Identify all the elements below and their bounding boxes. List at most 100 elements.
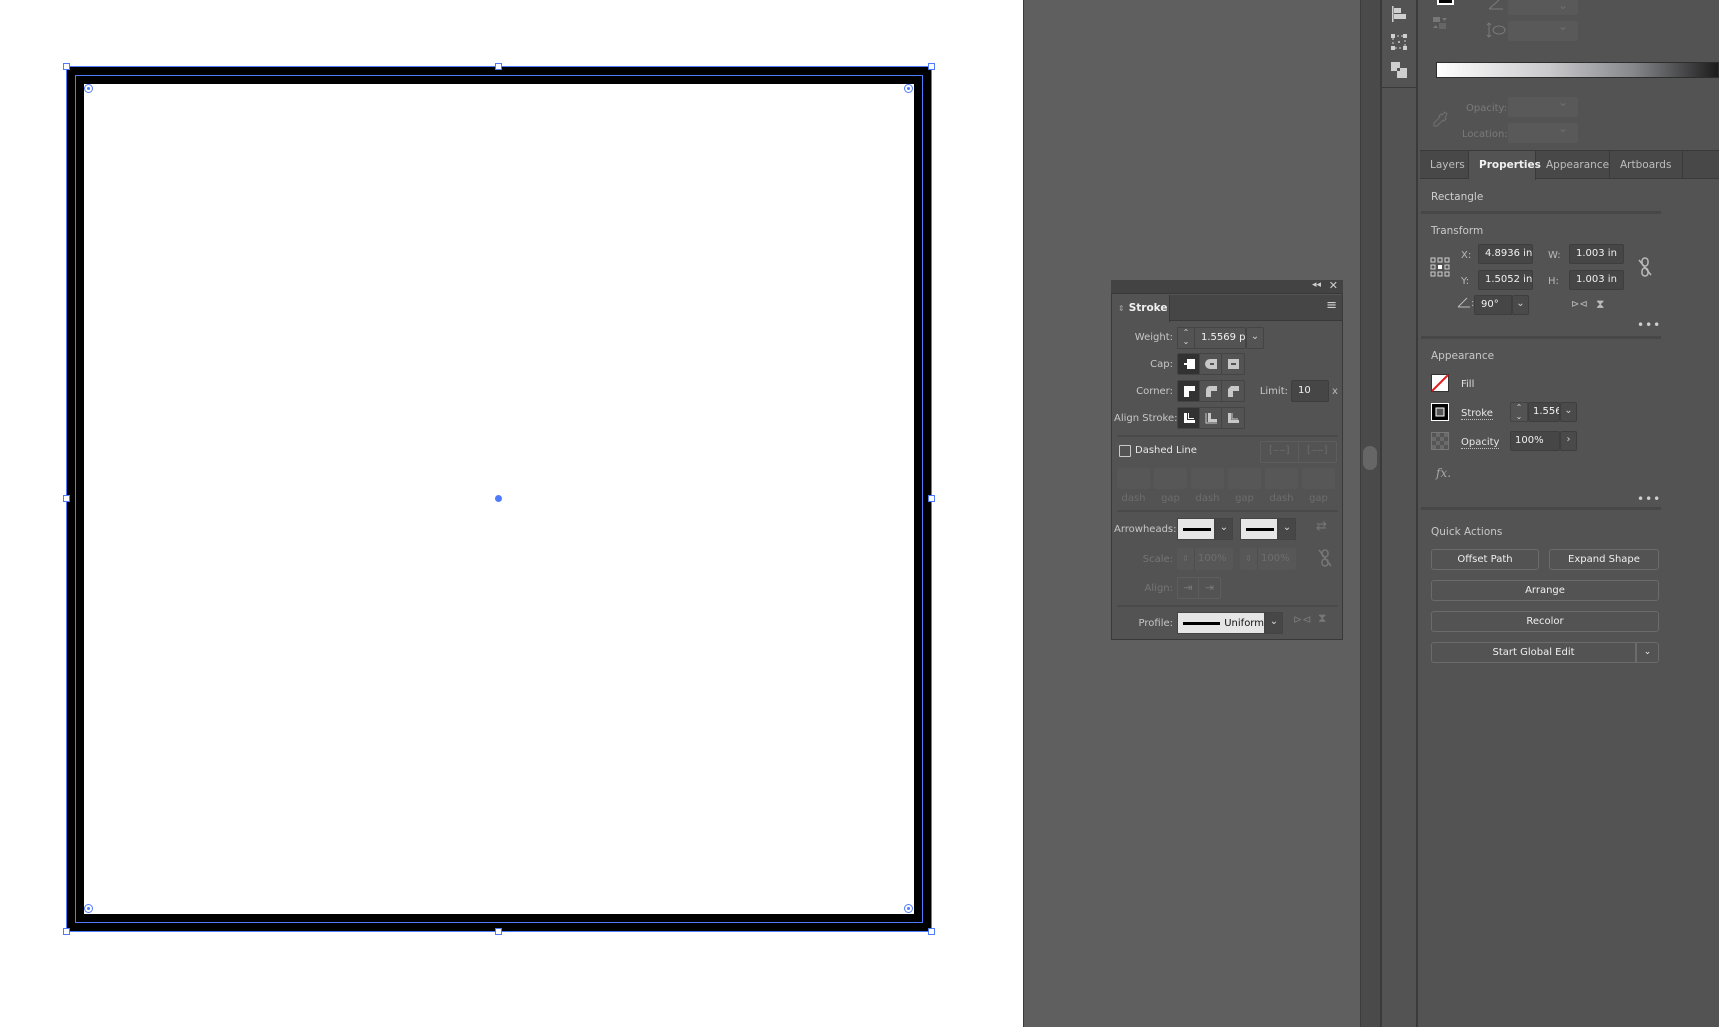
opacity-expand-button[interactable]: › (1560, 431, 1577, 451)
stroke-weight-dropdown[interactable]: ⌄ (1560, 402, 1577, 422)
global-edit-options-dropdown[interactable]: ⌄ (1636, 642, 1659, 663)
gap-input-3[interactable] (1302, 468, 1335, 489)
tab-properties[interactable]: Properties (1469, 151, 1541, 180)
flip-across-icon[interactable]: ⧗ (1318, 611, 1326, 626)
stroke-panel-header[interactable]: ◂◂ ✕ (1111, 279, 1343, 294)
resize-handle-top[interactable] (495, 63, 502, 70)
corner-widget-top-right[interactable] (904, 84, 913, 93)
weight-stepper[interactable]: ⌃ ⌄ (1177, 327, 1195, 349)
profile-dropdown[interactable]: ⌄ (1265, 612, 1283, 634)
stroke-label[interactable]: Stroke (1461, 408, 1493, 420)
resize-handle-top-right[interactable] (928, 63, 935, 70)
miter-limit-input[interactable]: 10 (1291, 380, 1329, 402)
extend-arrow-tip-button[interactable]: ⇥ (1178, 578, 1200, 598)
gradient-aspect-field[interactable] (1508, 19, 1578, 41)
weight-input[interactable]: 1.5569 pt (1194, 327, 1246, 349)
scrollbar-thumb[interactable] (1363, 446, 1377, 470)
stroke-weight-input[interactable]: 1.5569 (1528, 402, 1560, 422)
dash-input-1[interactable] (1117, 468, 1150, 489)
tab-layers[interactable]: Layers (1420, 151, 1469, 179)
tab-appearance[interactable]: Appearance (1536, 151, 1610, 179)
rotate-input[interactable]: 90° (1474, 295, 1512, 315)
bevel-join-button[interactable] (1222, 381, 1244, 401)
tab-stroke[interactable]: ⇕ Stroke (1112, 295, 1170, 322)
fill-swatch-none-icon[interactable] (1431, 374, 1449, 392)
resize-handle-left[interactable] (63, 495, 70, 502)
start-global-edit-button[interactable]: Start Global Edit (1431, 642, 1636, 663)
start-arrowhead-dropdown[interactable]: ⌄ (1215, 518, 1233, 540)
flip-vertical-icon[interactable]: ⧗ (1596, 297, 1604, 312)
flip-horizontal-icon[interactable]: ⊳⊲ (1571, 299, 1588, 310)
align-outside-button[interactable] (1222, 408, 1244, 428)
align-panel-icon[interactable] (1390, 5, 1408, 23)
resize-handle-bottom[interactable] (495, 928, 502, 935)
opacity-label[interactable]: Opacity (1461, 437, 1500, 449)
height-input[interactable]: 1.003 in (1569, 270, 1624, 290)
stroke-weight-stepper[interactable]: ⌃ ⌄ (1510, 402, 1528, 422)
dash-input-2[interactable] (1191, 468, 1224, 489)
end-arrowhead-dropdown[interactable]: ⌄ (1278, 518, 1296, 540)
gradient-slider[interactable] (1436, 62, 1719, 78)
tab-artboards[interactable]: Artboards (1610, 151, 1683, 179)
width-profile-select[interactable]: Uniform (1177, 612, 1265, 634)
corner-widget-top-left[interactable] (84, 84, 93, 93)
stroke-swatch-icon[interactable] (1431, 403, 1449, 421)
dash-input-3[interactable] (1265, 468, 1298, 489)
dashed-line-checkbox[interactable] (1119, 445, 1131, 457)
canvas-vertical-scrollbar[interactable] (1360, 0, 1380, 1027)
gap-input-1[interactable] (1154, 468, 1187, 489)
x-position-input[interactable]: 4.8936 in (1478, 244, 1533, 264)
corner-widget-bottom-right[interactable] (904, 904, 913, 913)
swap-arrowheads-icon[interactable]: ⇄ (1316, 519, 1327, 534)
align-center-button[interactable] (1178, 408, 1200, 428)
offset-path-button[interactable]: Offset Path (1431, 549, 1539, 570)
preserve-dashes-button[interactable]: [‒‒] (1261, 442, 1299, 462)
y-position-input[interactable]: 1.5052 in (1478, 270, 1533, 290)
recolor-button[interactable]: Recolor (1431, 611, 1659, 632)
fill-label[interactable]: Fill (1461, 379, 1474, 390)
resize-handle-bottom-right[interactable] (928, 928, 935, 935)
end-scale-input[interactable]: ⇕ 100% (1240, 548, 1296, 570)
gradient-location-field[interactable] (1508, 121, 1578, 143)
gradient-angle-field[interactable] (1508, 0, 1578, 15)
place-arrow-tip-button[interactable]: ⇥ (1199, 578, 1220, 598)
panel-menu-icon[interactable]: ≡ (1326, 299, 1337, 312)
start-scale-input[interactable]: ⇕ 100% (1177, 548, 1233, 570)
align-inside-button[interactable] (1200, 408, 1222, 428)
fx-effects-button[interactable]: fx. (1436, 466, 1451, 480)
start-arrowhead-select[interactable] (1177, 518, 1215, 540)
weight-dropdown[interactable]: ⌄ (1246, 327, 1264, 349)
projecting-cap-button[interactable] (1222, 354, 1244, 374)
arrange-button[interactable]: Arrange (1431, 580, 1659, 601)
round-join-button[interactable] (1200, 381, 1222, 401)
transform-panel-icon[interactable] (1390, 33, 1408, 51)
gap-input-2[interactable] (1228, 468, 1261, 489)
center-point[interactable] (495, 495, 502, 502)
miter-join-button[interactable] (1178, 381, 1200, 401)
expand-shape-button[interactable]: Expand Shape (1549, 549, 1659, 570)
flip-along-icon[interactable]: ⊳⊲ (1293, 613, 1311, 626)
close-icon[interactable]: ✕ (1329, 279, 1338, 292)
pathfinder-panel-icon[interactable] (1390, 61, 1408, 79)
opacity-input[interactable]: 100% (1510, 431, 1560, 451)
link-scale-icon[interactable] (1318, 549, 1332, 567)
width-input[interactable]: 1.003 in (1569, 244, 1624, 264)
reverse-gradient-icon[interactable] (1431, 16, 1449, 30)
constrain-proportions-icon[interactable] (1638, 257, 1652, 277)
resize-handle-right[interactable] (928, 495, 935, 502)
resize-handle-bottom-left[interactable] (63, 928, 70, 935)
corner-widget-bottom-left[interactable] (84, 904, 93, 913)
reference-point-icon[interactable] (1430, 257, 1450, 277)
end-arrowhead-select[interactable] (1240, 518, 1278, 540)
butt-cap-button[interactable] (1178, 354, 1200, 374)
eyedropper-icon[interactable] (1432, 111, 1450, 129)
more-options-icon[interactable]: ••• (1637, 492, 1661, 506)
round-cap-button[interactable] (1200, 354, 1222, 374)
collapse-icon[interactable]: ◂◂ (1312, 280, 1321, 290)
align-dashes-button[interactable]: [‒‒] (1299, 442, 1337, 462)
resize-handle-top-left[interactable] (63, 63, 70, 70)
gradient-opacity-field[interactable] (1508, 95, 1578, 117)
more-options-icon[interactable]: ••• (1637, 318, 1661, 332)
rotate-dropdown[interactable]: ⌄ (1512, 295, 1529, 315)
gradient-stroke-swatch-icon[interactable] (1437, 0, 1454, 5)
